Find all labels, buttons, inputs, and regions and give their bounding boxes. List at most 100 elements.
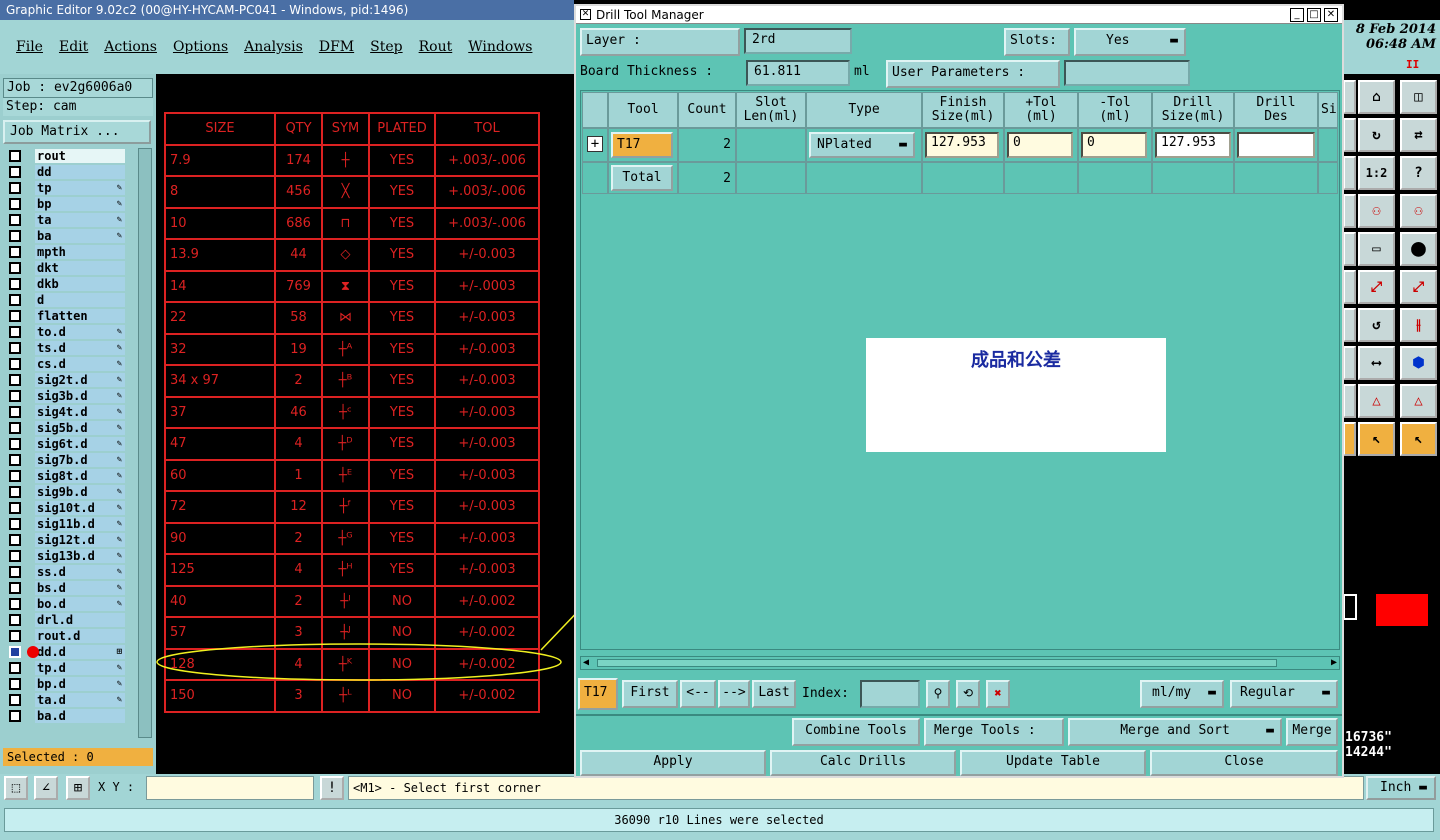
layer-checkbox[interactable] — [9, 342, 21, 354]
scroll-thumb[interactable] — [597, 659, 1277, 667]
drill-des-input[interactable] — [1237, 132, 1315, 158]
layer-row[interactable]: bs.d ✎ — [3, 580, 129, 596]
tool-partial-1[interactable] — [1343, 80, 1356, 114]
layer-checkbox[interactable] — [9, 406, 21, 418]
layer-list-scrollbar[interactable] — [138, 148, 152, 738]
layer-checkbox[interactable] — [9, 390, 21, 402]
job-matrix-button[interactable]: Job Matrix ... — [3, 120, 151, 144]
layer-checkbox[interactable] — [9, 198, 21, 210]
layer-checkbox[interactable] — [9, 182, 21, 194]
layer-row[interactable]: ba ✎ — [3, 228, 129, 244]
help-icon[interactable]: ? — [1400, 156, 1437, 190]
menu-file[interactable]: File — [16, 39, 43, 55]
layer-checkbox[interactable] — [9, 534, 21, 546]
layer-row[interactable]: sig13b.d ✎ — [3, 548, 129, 564]
row-expand-icon[interactable]: + — [587, 136, 603, 152]
layer-row[interactable]: dkb — [3, 276, 129, 292]
layer-checkbox[interactable] — [9, 278, 21, 290]
units-select[interactable]: Inch ▬ — [1366, 776, 1436, 800]
color-swatch-empty[interactable] — [1343, 594, 1357, 620]
layer-checkbox[interactable] — [9, 166, 21, 178]
flip-icon[interactable]: ⇄ — [1400, 118, 1437, 152]
mode-select[interactable]: Regular ▬ — [1230, 680, 1338, 708]
snap-pointer-icon[interactable]: ↖ — [1400, 422, 1437, 456]
layer-row[interactable]: d — [3, 292, 129, 308]
layer-row[interactable]: tp.d ✎ — [3, 660, 129, 676]
last-button[interactable]: Last — [752, 680, 796, 708]
layer-row[interactable]: sig4t.d ✎ — [3, 404, 129, 420]
zoom-box-icon[interactable]: ⬚ — [4, 776, 28, 800]
layer-row[interactable]: sig6t.d ✎ — [3, 436, 129, 452]
window-icon[interactable]: ◫ — [1400, 80, 1437, 114]
layer-row[interactable]: ta.d ✎ — [3, 692, 129, 708]
merge-button[interactable]: Merge — [1286, 718, 1338, 746]
layer-row[interactable]: dd — [3, 164, 129, 180]
layer-row[interactable]: bo.d ✎ — [3, 596, 129, 612]
refresh-icon[interactable]: ⟲ — [956, 680, 980, 708]
xy-input[interactable] — [146, 776, 314, 800]
layer-row[interactable]: flatten — [3, 308, 129, 324]
layer-row[interactable]: ss.d ✎ — [3, 564, 129, 580]
layer-checkbox[interactable] — [9, 518, 21, 530]
update-table-button[interactable]: Update Table — [960, 750, 1146, 776]
layer-checkbox[interactable] — [9, 566, 21, 578]
layer-checkbox[interactable] — [9, 294, 21, 306]
tool-partial-10[interactable] — [1343, 422, 1356, 456]
menu-dfm[interactable]: DFM — [319, 39, 354, 55]
tool-partial-7[interactable] — [1343, 308, 1356, 342]
type-select[interactable]: NPlated ▬ — [809, 132, 915, 158]
layer-row[interactable]: dd.d ⊞ — [3, 644, 129, 660]
menu-rout[interactable]: Rout — [419, 39, 453, 55]
tool-t17-button[interactable]: T17 — [611, 132, 673, 158]
color-swatch-red[interactable] — [1376, 594, 1428, 626]
dimension-icon[interactable]: ⟷ — [1358, 346, 1395, 380]
layer-row[interactable]: ta ✎ — [3, 212, 129, 228]
dialog-menu-icon[interactable]: ✕ — [580, 9, 591, 20]
tool-partial-6[interactable] — [1343, 270, 1356, 304]
pad-icon[interactable]: ⬤ — [1400, 232, 1437, 266]
layer-row[interactable]: drl.d — [3, 612, 129, 628]
board-thickness-field[interactable]: 61.811 — [746, 60, 850, 86]
layer-checkbox[interactable] — [9, 630, 21, 642]
bulb-icon[interactable]: ⚲ — [926, 680, 950, 708]
tool-partial-5[interactable] — [1343, 232, 1356, 266]
layer-checkbox[interactable] — [9, 470, 21, 482]
table-h-scrollbar[interactable]: ◀ ▶ — [580, 656, 1340, 670]
layer-row[interactable]: sig7b.d ✎ — [3, 452, 129, 468]
layer-checkbox[interactable] — [9, 454, 21, 466]
layer-row[interactable]: rout.d — [3, 628, 129, 644]
home-icon[interactable]: ⌂ — [1358, 80, 1395, 114]
pointer-icon[interactable]: ↖ — [1358, 422, 1395, 456]
tool-partial-8[interactable] — [1343, 346, 1356, 380]
layer-checkbox[interactable] — [9, 502, 21, 514]
split-icon[interactable]: ⫲ — [1400, 308, 1437, 342]
layer-row[interactable]: sig8t.d ✎ — [3, 468, 129, 484]
calc-drills-button[interactable]: Calc Drills — [770, 750, 956, 776]
close-button[interactable]: Close — [1150, 750, 1338, 776]
combine-tools-button[interactable]: Combine Tools — [792, 718, 920, 746]
measure-angle-icon[interactable]: ∠ — [34, 776, 58, 800]
units-select[interactable]: ml/my ▬ — [1140, 680, 1224, 708]
layer-row[interactable]: mpth — [3, 244, 129, 260]
layer-checkbox[interactable] — [9, 614, 21, 626]
layer-row[interactable]: sig9b.d ✎ — [3, 484, 129, 500]
tool-partial-4[interactable] — [1343, 194, 1356, 228]
layer-checkbox[interactable] — [9, 486, 21, 498]
layer-row[interactable]: sig12t.d ✎ — [3, 532, 129, 548]
grid-icon[interactable]: ⊞ — [66, 776, 90, 800]
layer-checkbox[interactable] — [9, 678, 21, 690]
layer-row[interactable]: cs.d ✎ — [3, 356, 129, 372]
layer-checkbox[interactable] — [9, 246, 21, 258]
scroll-right-icon[interactable]: ▶ — [1331, 657, 1337, 668]
layer-checkbox[interactable] — [9, 374, 21, 386]
layer-checkbox[interactable] — [9, 582, 21, 594]
alert-icon[interactable]: ! — [320, 776, 344, 800]
tool-partial-9[interactable] — [1343, 384, 1356, 418]
layer-row[interactable]: tp ✎ — [3, 180, 129, 196]
layer-row[interactable]: ts.d ✎ — [3, 340, 129, 356]
scale-icon[interactable]: 1:2 — [1358, 156, 1395, 190]
minimize-icon[interactable]: _ — [1290, 8, 1304, 22]
layer-row[interactable]: bp.d ✎ — [3, 676, 129, 692]
minus-tol-input[interactable]: 0 — [1081, 132, 1147, 158]
index-input[interactable] — [860, 680, 920, 708]
